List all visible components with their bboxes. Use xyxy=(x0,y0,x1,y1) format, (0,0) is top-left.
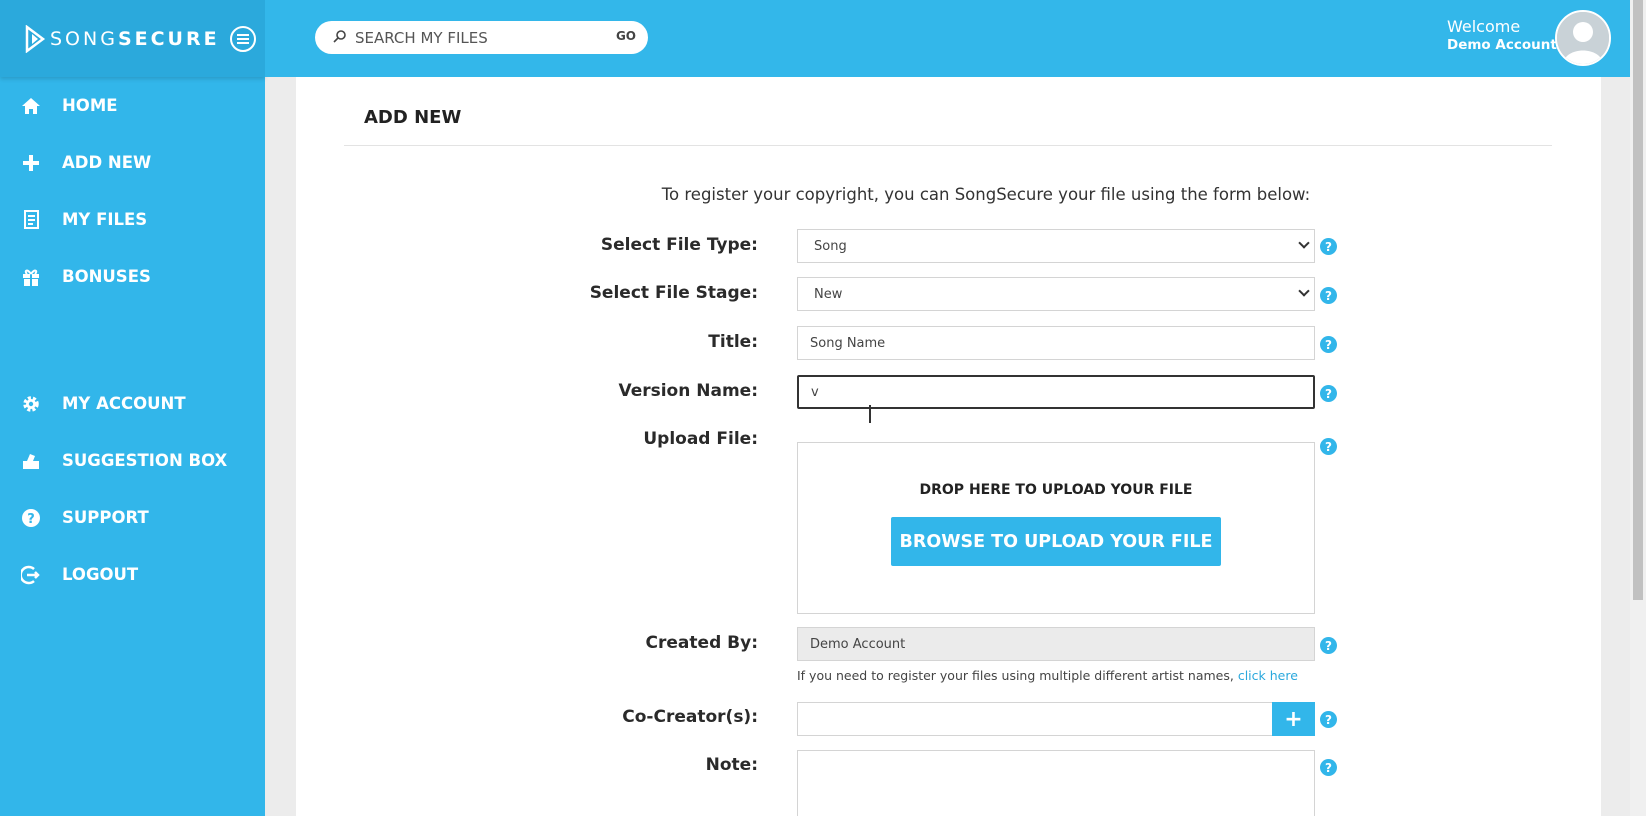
question-icon: ? xyxy=(20,507,42,529)
sidebar-item-bonuses[interactable]: BONUSES xyxy=(0,248,265,305)
menu-toggle-icon[interactable] xyxy=(229,25,256,52)
top-bar: GO Welcome Demo Account xyxy=(265,0,1646,77)
scrollbar-thumb[interactable] xyxy=(1633,0,1643,600)
sidebar-item-label: MY FILES xyxy=(62,210,148,229)
sidebar-item-suggestion-box[interactable]: SUGGESTION BOX xyxy=(0,432,265,489)
version-name-label: Version Name: xyxy=(618,381,758,401)
gift-icon xyxy=(20,266,42,288)
help-icon[interactable]: ? xyxy=(1320,238,1337,255)
suggestion-box-icon xyxy=(20,450,42,472)
sidebar-item-label: BONUSES xyxy=(62,267,151,286)
file-type-label: Select File Type: xyxy=(600,235,758,255)
help-icon[interactable]: ? xyxy=(1320,287,1337,304)
version-name-field[interactable]: v xyxy=(797,375,1315,409)
title-value: Song Name xyxy=(810,335,886,351)
co-creators-label: Co-Creator(s): xyxy=(622,707,758,727)
upload-file-label: Upload File: xyxy=(643,429,758,449)
files-icon xyxy=(20,209,42,231)
text-cursor-icon xyxy=(869,405,871,423)
search-icon xyxy=(333,28,347,47)
file-type-select[interactable]: Song xyxy=(797,229,1315,263)
help-icon[interactable]: ? xyxy=(1320,385,1337,402)
nav-spacer xyxy=(0,305,265,375)
title-field[interactable]: Song Name xyxy=(797,326,1315,360)
file-stage-value: New xyxy=(814,286,843,302)
co-creators-field[interactable] xyxy=(797,702,1273,736)
plus-icon xyxy=(20,152,42,174)
brand-name[interactable]: SONGSECURE xyxy=(50,28,220,50)
file-type-value: Song xyxy=(814,238,847,254)
artist-names-hint: If you need to register your files using… xyxy=(797,668,1298,683)
search-input[interactable] xyxy=(355,28,605,47)
brand-bar: SONGSECURE xyxy=(0,0,265,77)
sidebar-item-label: SUGGESTION BOX xyxy=(62,451,228,470)
sidebar-item-support[interactable]: ? SUPPORT xyxy=(0,489,265,546)
help-icon[interactable]: ? xyxy=(1320,438,1337,455)
upload-dropzone[interactable]: DROP HERE TO UPLOAD YOUR FILE BROWSE TO … xyxy=(797,442,1315,614)
account-name[interactable]: Demo Account xyxy=(1447,37,1557,53)
note-label: Note: xyxy=(705,755,758,775)
avatar[interactable] xyxy=(1555,10,1611,66)
home-icon xyxy=(20,95,42,117)
help-icon[interactable]: ? xyxy=(1320,336,1337,353)
sidebar-item-label: SUPPORT xyxy=(62,508,149,527)
chevron-down-icon xyxy=(1298,285,1310,297)
created-by-field: Demo Account xyxy=(797,627,1315,661)
sidebar-item-add-new[interactable]: ADD NEW xyxy=(0,134,265,191)
version-name-value: v xyxy=(811,384,819,400)
scrollbar[interactable] xyxy=(1630,0,1646,816)
welcome-label: Welcome xyxy=(1447,17,1521,36)
note-field[interactable] xyxy=(797,750,1315,816)
created-by-value: Demo Account xyxy=(810,636,906,652)
add-new-panel: ADD NEW To register your copyright, you … xyxy=(296,77,1601,816)
logout-icon xyxy=(20,564,42,586)
sidebar-item-my-files[interactable]: MY FILES xyxy=(0,191,265,248)
file-stage-select[interactable]: New xyxy=(797,277,1315,311)
sidebar-nav: HOME ADD NEW MY FILES BONUSES MY ACCOUNT… xyxy=(0,77,265,603)
sidebar: SONGSECURE HOME ADD NEW MY FILES BONUSES… xyxy=(0,0,265,816)
sidebar-item-logout[interactable]: LOGOUT xyxy=(0,546,265,603)
file-stage-label: Select File Stage: xyxy=(589,283,758,303)
title-label: Title: xyxy=(708,332,758,352)
sidebar-item-label: MY ACCOUNT xyxy=(62,394,186,413)
intro-text: To register your copyright, you can Song… xyxy=(661,185,1311,204)
page-title: ADD NEW xyxy=(364,107,462,128)
sidebar-item-home[interactable]: HOME xyxy=(0,77,265,134)
sidebar-item-label: LOGOUT xyxy=(62,565,139,584)
chevron-down-icon xyxy=(1298,237,1310,249)
gear-icon xyxy=(20,393,42,415)
search-bar: GO xyxy=(315,21,648,54)
sidebar-item-label: ADD NEW xyxy=(62,153,152,172)
click-here-link[interactable]: click here xyxy=(1238,668,1298,683)
logo-icon[interactable] xyxy=(24,24,46,53)
search-go-button[interactable]: GO xyxy=(616,29,636,43)
created-by-label: Created By: xyxy=(645,633,758,653)
title-divider xyxy=(344,145,1552,146)
add-co-creator-button[interactable]: + xyxy=(1272,702,1315,736)
browse-upload-button[interactable]: BROWSE TO UPLOAD YOUR FILE xyxy=(891,517,1221,566)
help-icon[interactable]: ? xyxy=(1320,711,1337,728)
sidebar-item-label: HOME xyxy=(62,96,118,115)
drop-text: DROP HERE TO UPLOAD YOUR FILE xyxy=(919,482,1193,498)
welcome-block: Welcome Demo Account xyxy=(1447,17,1557,53)
sidebar-item-my-account[interactable]: MY ACCOUNT xyxy=(0,375,265,432)
svg-text:?: ? xyxy=(27,512,35,527)
help-icon[interactable]: ? xyxy=(1320,759,1337,776)
help-icon[interactable]: ? xyxy=(1320,637,1337,654)
